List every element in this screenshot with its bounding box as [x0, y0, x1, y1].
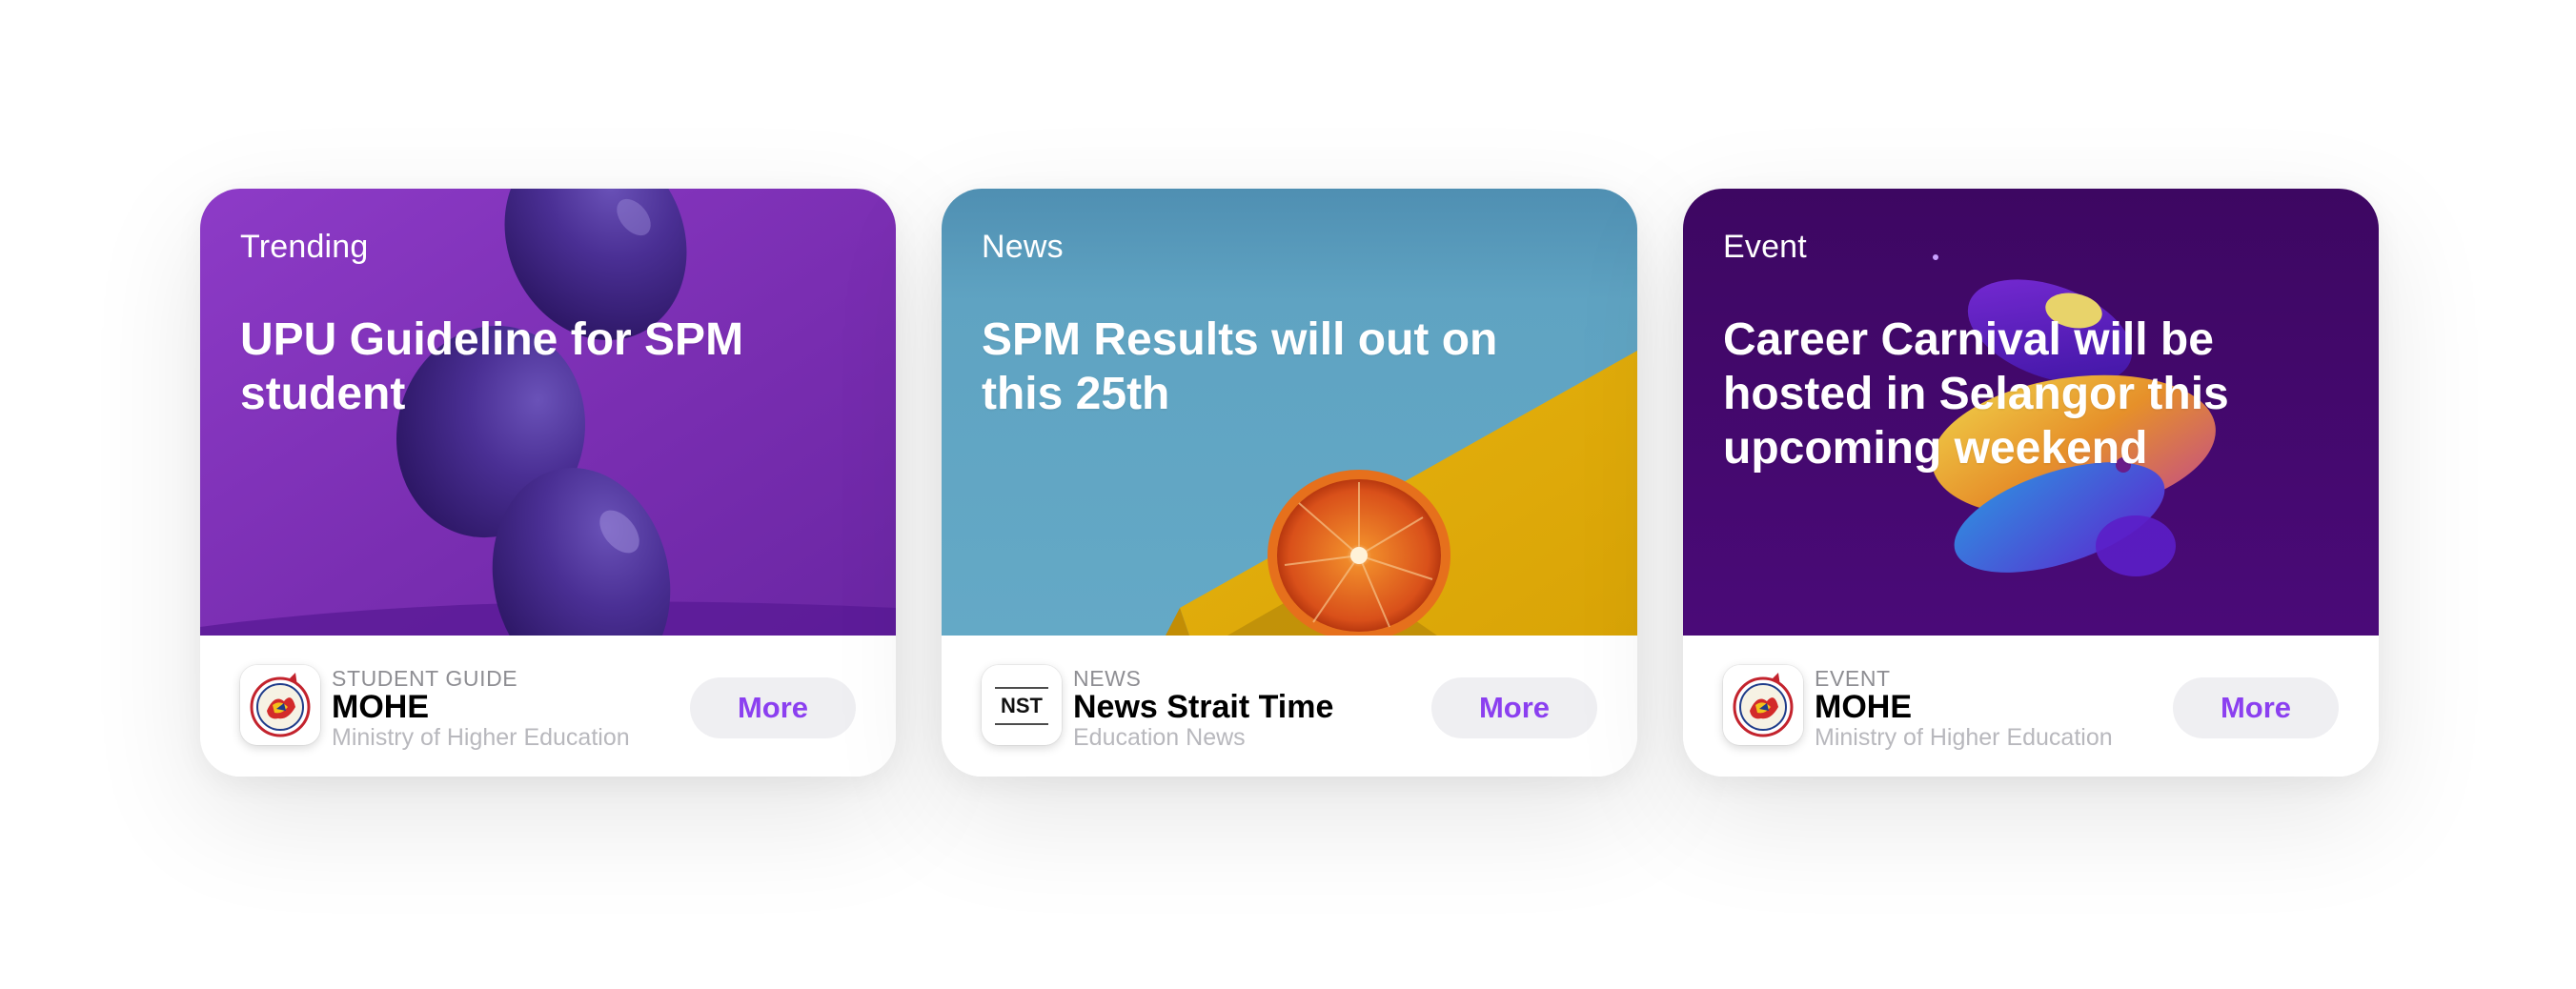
publisher-info: NEWS News Strait Time Education News [1073, 667, 1333, 751]
content-card-news[interactable]: News SPM Results will out on this 25th N… [942, 189, 1637, 777]
card-footer: EVENT MOHE Ministry of Higher Education … [1683, 636, 2379, 777]
publisher-subtitle: Education News [1073, 724, 1246, 751]
card-category: Trending [240, 229, 369, 265]
nst-logo-text: NST [1001, 694, 1044, 717]
publisher-kicker: NEWS [1073, 666, 1142, 691]
mohe-crest-icon [1723, 665, 1803, 745]
card-footer: STUDENT GUIDE MOHE Ministry of Higher Ed… [200, 636, 896, 777]
card-carousel: Trending UPU Guideline for SPM student S… [0, 0, 2576, 989]
publisher-kicker: STUDENT GUIDE [332, 666, 518, 691]
card-category: Event [1723, 229, 1807, 265]
publisher-name: MOHE [332, 689, 429, 725]
more-button[interactable]: More [690, 677, 856, 738]
publisher-kicker: EVENT [1815, 666, 1891, 691]
publisher-info: EVENT MOHE Ministry of Higher Education [1815, 667, 2113, 751]
hero-image: Trending UPU Guideline for SPM student [200, 189, 896, 636]
mohe-crest-icon [240, 665, 320, 745]
publisher-subtitle: Ministry of Higher Education [332, 724, 630, 751]
card-footer: NST NEWS News Strait Time Education News… [942, 636, 1637, 777]
publisher-subtitle: Ministry of Higher Education [1815, 724, 2113, 751]
card-category: News [982, 229, 1064, 265]
publisher-name: News Strait Time [1073, 689, 1334, 725]
hero-image: Event Career Carnival will be hosted in … [1683, 189, 2379, 636]
nst-logo-icon: NST [982, 665, 1062, 745]
publisher-name: MOHE [1815, 689, 1912, 725]
card-headline[interactable]: SPM Results will out on this 25th [982, 313, 1572, 421]
card-headline[interactable]: Career Carnival will be hosted in Selang… [1723, 313, 2314, 475]
publisher-info: STUDENT GUIDE MOHE Ministry of Higher Ed… [332, 667, 630, 751]
more-button[interactable]: More [1431, 677, 1597, 738]
card-headline[interactable]: UPU Guideline for SPM student [240, 313, 831, 421]
more-button[interactable]: More [2173, 677, 2339, 738]
content-card-trending[interactable]: Trending UPU Guideline for SPM student S… [200, 189, 896, 777]
hero-image: News SPM Results will out on this 25th [942, 189, 1637, 636]
content-card-event[interactable]: Event Career Carnival will be hosted in … [1683, 189, 2379, 777]
